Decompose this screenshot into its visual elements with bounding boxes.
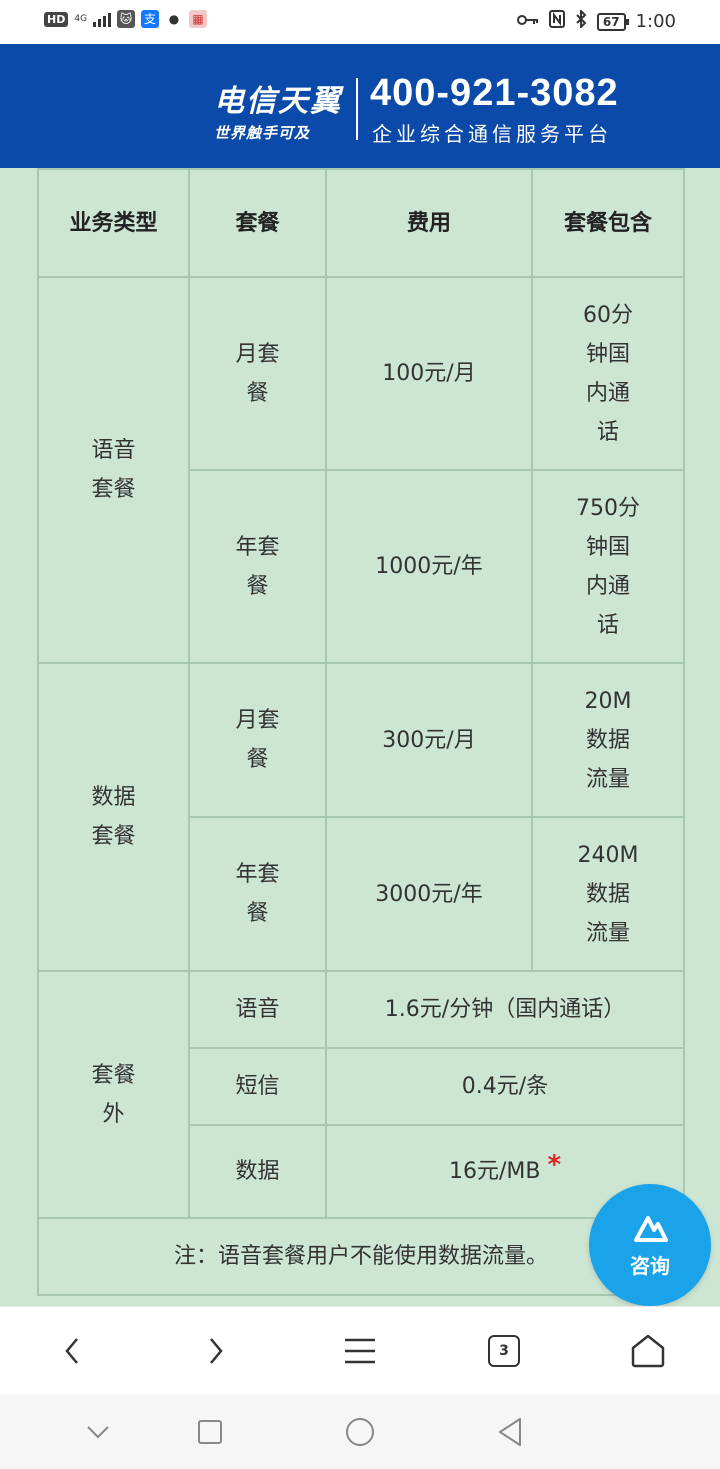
signal-icon — [93, 11, 112, 27]
chevron-left-icon — [65, 1338, 78, 1364]
back-nav-button[interactable] — [490, 1412, 530, 1452]
banner-divider — [356, 78, 358, 140]
chevron-right-icon — [210, 1338, 223, 1364]
voice-monthly-fee: 100元/月 — [325, 276, 533, 471]
plan-label: 月套 餐 — [235, 708, 280, 772]
voice-monthly-includes: 60分 钟国 内通 话 — [531, 276, 685, 471]
hotline-number[interactable]: 400-921-3082 — [370, 72, 619, 115]
includes-label: 20M 数据 流量 — [584, 688, 632, 792]
data-yearly-includes: 240M 数据 流量 — [531, 816, 685, 972]
data-yearly-plan: 年套 餐 — [188, 816, 327, 972]
includes-label: 60分 钟国 内通 话 — [583, 302, 633, 445]
key-icon — [516, 11, 539, 32]
forward-button[interactable] — [194, 1329, 238, 1373]
home-button[interactable] — [626, 1329, 670, 1373]
voice-monthly-plan: 月套 餐 — [188, 276, 327, 471]
table-note-row: 注：语音套餐用户不能使用数据流量。 — [37, 1217, 685, 1296]
clock: 1:00 — [635, 11, 676, 32]
table-row: 套餐 外 语音 1.6元/分钟（国内通话） — [37, 970, 685, 1219]
brand-name: 电信天翼 — [214, 84, 342, 119]
data-type-label: 数据 套餐 — [91, 785, 136, 849]
header-business-type: 业务类型 — [37, 168, 190, 278]
table-row: 数据 套餐 月套 餐 300元/月 20M 数据 流量 — [37, 662, 685, 972]
extra-data-plan: 数据 — [188, 1124, 327, 1219]
circle-icon — [346, 1418, 374, 1446]
note-text: 注：语音套餐用户不能使用数据流量。 — [37, 1217, 685, 1296]
extra-voice-plan: 语音 — [188, 970, 327, 1049]
consult-label: 咨询 — [630, 1254, 670, 1278]
status-bar: HD 4G 🐱 支 ● ▦ 67 1:00 — [0, 0, 720, 44]
browser-toolbar: 3 — [0, 1306, 720, 1394]
wechat-icon: ● — [168, 12, 180, 26]
pricing-table: 业务类型 套餐 费用 套餐包含 语音 套餐 月套 餐 100元/月 60分 钟国… — [37, 168, 685, 1296]
network-label: 4G — [74, 13, 88, 24]
plan-label: 年套 餐 — [235, 862, 280, 926]
home-icon — [631, 1334, 665, 1368]
voice-yearly-fee: 1000元/年 — [325, 469, 533, 664]
battery-icon: 67 — [596, 12, 629, 31]
alipay-icon: 支 — [141, 10, 160, 28]
consult-icon — [634, 1216, 668, 1242]
cat-app-icon: 🐱 — [117, 10, 136, 28]
system-nav-bar — [0, 1394, 720, 1469]
calendar-icon: ▦ — [189, 10, 208, 28]
consult-button[interactable]: 咨询 — [589, 1184, 711, 1306]
voice-yearly-includes: 750分 钟国 内通 话 — [531, 469, 685, 664]
data-monthly-fee: 300元/月 — [325, 662, 533, 818]
collapse-button[interactable] — [78, 1412, 118, 1452]
extra-type-label: 套餐 外 — [91, 1062, 136, 1127]
brand-slogan: 世界触手可及 — [214, 124, 311, 142]
data-type-cell: 数据 套餐 — [37, 662, 190, 972]
tabs-button[interactable]: 3 — [482, 1329, 526, 1373]
extra-sms-plan: 短信 — [188, 1047, 327, 1126]
plan-label: 年套 餐 — [235, 534, 280, 599]
voice-type-label: 语音 套餐 — [91, 438, 136, 502]
data-yearly-fee: 3000元/年 — [325, 816, 533, 972]
status-left: HD 4G 🐱 支 ● ▦ — [44, 10, 208, 28]
chevron-down-icon — [87, 1426, 109, 1439]
brand-logo: 电信天翼 世界触手可及 — [214, 76, 342, 143]
hd-badge: HD — [44, 11, 69, 27]
header-includes: 套餐包含 — [531, 168, 685, 278]
voice-yearly-plan: 年套 餐 — [188, 469, 327, 664]
voice-type-cell: 语音 套餐 — [37, 276, 190, 664]
nfc-icon — [548, 10, 565, 33]
home-nav-button[interactable] — [340, 1412, 380, 1452]
platform-title: 企业综合通信服务平台 — [372, 122, 612, 146]
extra-data-fee: 16元/MB — [448, 1159, 541, 1184]
back-button[interactable] — [50, 1329, 94, 1373]
triangle-back-icon — [499, 1418, 521, 1446]
extra-sms-fee: 0.4元/条 — [325, 1047, 685, 1126]
extra-type-cell: 套餐 外 — [37, 970, 190, 1219]
includes-label: 750分 钟国 内通 话 — [576, 495, 640, 638]
menu-button[interactable] — [338, 1329, 382, 1373]
header-plan: 套餐 — [188, 168, 327, 278]
table-header-row: 业务类型 套餐 费用 套餐包含 — [37, 168, 685, 278]
asterisk-mark: * — [547, 1150, 562, 1180]
data-monthly-includes: 20M 数据 流量 — [531, 662, 685, 818]
content-area: 业务类型 套餐 费用 套餐包含 语音 套餐 月套 餐 100元/月 60分 钟国… — [0, 168, 720, 1306]
table-row: 语音 套餐 月套 餐 100元/月 60分 钟国 内通 话 — [37, 276, 685, 664]
includes-label: 240M 数据 流量 — [577, 842, 639, 946]
header-fee: 费用 — [325, 168, 533, 278]
data-monthly-plan: 月套 餐 — [188, 662, 327, 818]
header-banner: 电信天翼 世界触手可及 400-921-3082 企业综合通信服务平台 — [0, 44, 720, 168]
plan-label: 月套 餐 — [235, 341, 280, 406]
square-icon — [198, 1420, 222, 1444]
recents-button[interactable] — [190, 1412, 230, 1452]
menu-icon — [345, 1338, 375, 1364]
extra-voice-fee: 1.6元/分钟（国内通话） — [325, 970, 685, 1049]
bluetooth-icon — [575, 8, 587, 33]
status-right: 67 1:00 — [516, 8, 676, 33]
tabs-count: 3 — [488, 1335, 520, 1367]
